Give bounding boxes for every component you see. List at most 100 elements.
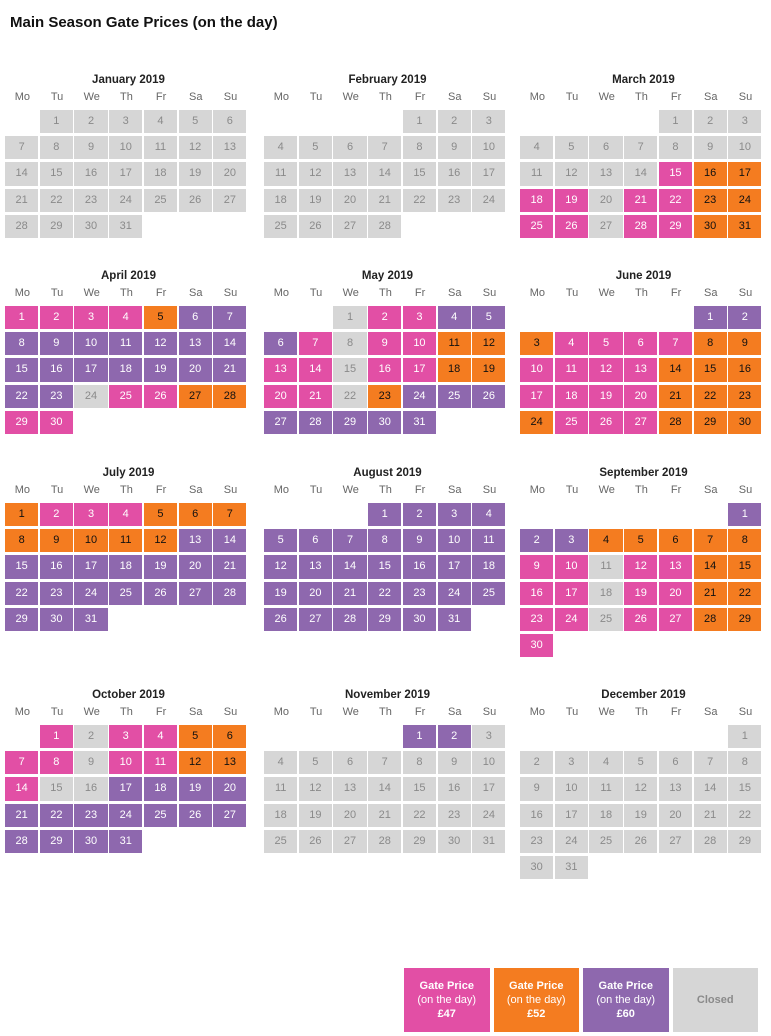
day-cell: 2 <box>520 751 554 775</box>
day-cell: 6 <box>298 529 332 553</box>
day-cell: 18 <box>143 777 178 801</box>
day-cell: 2 <box>74 725 108 749</box>
day-cell: 16 <box>728 358 762 382</box>
day-cell: 29 <box>658 214 693 239</box>
weekday-label: Tu <box>50 484 64 496</box>
day-cell: 7 <box>658 332 693 356</box>
weekday-label: Sa <box>704 287 718 299</box>
day-cell: 14 <box>5 162 39 186</box>
legend-label: Gate Price <box>419 980 474 992</box>
day-cell: 10 <box>437 529 471 553</box>
legend-label: Gate Price <box>509 980 564 992</box>
day-cell: 12 <box>143 332 178 356</box>
day-cell: 24 <box>554 829 588 854</box>
day-cell: 14 <box>693 555 727 579</box>
day-cell: 19 <box>624 803 658 827</box>
day-cell: 14 <box>368 162 402 186</box>
day-cell: 3 <box>74 503 108 527</box>
day-cell: 14 <box>624 162 658 186</box>
day-cell: 21 <box>693 581 727 605</box>
day-cell: 11 <box>109 529 143 553</box>
day-cell: 6 <box>333 136 367 160</box>
day-cell: 13 <box>298 555 332 579</box>
day-cell: 9 <box>437 136 471 160</box>
weekday-label: Mo <box>529 287 545 299</box>
day-cell: 6 <box>213 725 247 749</box>
day-cell: 18 <box>109 555 143 579</box>
day-cell: 13 <box>624 358 658 382</box>
month-calendar: February 2019 Mo Tu We Th Fr Sa Su 1 2 3 4 5 6 7 8 9 10 11… <box>264 72 514 240</box>
day-cell: 27 <box>298 607 332 632</box>
day-cell: 1 <box>5 306 39 330</box>
day-cell: 21 <box>213 555 247 579</box>
day-cell: 27 <box>264 410 298 435</box>
weekday-label: Tu <box>309 91 323 103</box>
day-cell: 23 <box>39 581 73 605</box>
legend-closed: Closed <box>672 968 758 1032</box>
day-cell: 26 <box>589 410 623 435</box>
day-grid: 1 2 3 4 5 6 7 8 9 10 11 12 13 14 15 16 17 18 19 20 21 22 23 24 2… <box>520 306 770 436</box>
weekday-label: Tu <box>309 287 323 299</box>
day-cell: 9 <box>520 555 554 579</box>
day-cell: 4 <box>520 136 554 160</box>
day-cell: 13 <box>589 162 623 186</box>
day-cell: 19 <box>298 188 332 212</box>
day-cell: 9 <box>728 332 762 356</box>
weekday-label: We <box>342 287 359 299</box>
month-calendar: July 2019 Mo Tu We Th Fr Sa Su 1 2 3 4 5 6 7 8 9 10 11 12 13… <box>5 465 255 633</box>
day-cell: 28 <box>5 829 39 854</box>
day-cell: 2 <box>520 529 554 553</box>
weekday-label: Fr <box>414 91 426 103</box>
day-cell: 17 <box>402 358 437 382</box>
day-cell: 31 <box>74 607 108 632</box>
month-calendar: May 2019 Mo Tu We Th Fr Sa Su 1 2 3 4 5 6 7 8 9 10 11 12 13 1… <box>264 268 514 436</box>
day-cell: 4 <box>264 751 298 775</box>
month-title: September 2019 <box>599 467 688 479</box>
day-cell: 4 <box>589 529 623 553</box>
month-calendar: March 2019 Mo Tu We Th Fr Sa Su 1 2 3 4 5 6 7 8 9 10 11 12 1… <box>520 72 770 240</box>
weekday-header: Mo Tu We Th Fr Sa Su <box>264 88 514 106</box>
day-cell: 3 <box>554 529 588 553</box>
day-cell: 15 <box>402 162 437 186</box>
day-cell: 4 <box>264 136 298 160</box>
day-cell: 6 <box>589 136 623 160</box>
weekday-label: Mo <box>273 706 289 718</box>
page-title: Main Season Gate Prices (on the day) <box>10 14 278 31</box>
day-cell: 12 <box>178 751 212 775</box>
day-cell: 18 <box>589 581 623 605</box>
day-cell: 8 <box>333 332 367 356</box>
weekday-label: Sa <box>189 484 203 496</box>
day-cell: 12 <box>554 162 588 186</box>
day-cell: 11 <box>520 162 554 186</box>
day-cell: 10 <box>472 751 506 775</box>
day-cell: 28 <box>658 410 693 435</box>
month-title: December 2019 <box>601 689 686 701</box>
day-cell: 28 <box>693 607 727 632</box>
day-cell: 18 <box>554 384 588 408</box>
weekday-label: We <box>598 287 615 299</box>
weekday-label: Sa <box>448 706 462 718</box>
weekday-label: We <box>342 91 359 103</box>
weekday-header: Mo Tu We Th Fr Sa Su <box>520 703 770 721</box>
day-cell: 21 <box>693 803 727 827</box>
weekday-label: Mo <box>529 91 545 103</box>
day-grid: 1 2 3 4 5 6 7 8 9 10 11 12 13 14 15 16 17 18 19 20 21 22 23 24 2… <box>5 306 255 436</box>
weekday-label: Tu <box>565 287 579 299</box>
weekday-label: Th <box>119 91 133 103</box>
day-cell: 26 <box>472 384 506 408</box>
legend-sublabel: (on the day) <box>506 994 566 1006</box>
day-cell: 24 <box>520 410 554 435</box>
day-cell: 9 <box>402 529 437 553</box>
month-title: April 2019 <box>101 270 156 282</box>
day-cell: 16 <box>39 358 73 382</box>
day-cell: 22 <box>39 803 73 827</box>
day-cell: 25 <box>554 410 588 435</box>
weekday-label: Fr <box>670 706 682 718</box>
weekday-label: Su <box>482 706 497 718</box>
day-cell: 23 <box>728 384 762 408</box>
day-cell: 21 <box>624 188 658 212</box>
day-cell: 6 <box>658 751 693 775</box>
legend-label: Closed <box>696 994 734 1006</box>
day-cell: 21 <box>368 803 402 827</box>
day-cell: 14 <box>693 777 727 801</box>
